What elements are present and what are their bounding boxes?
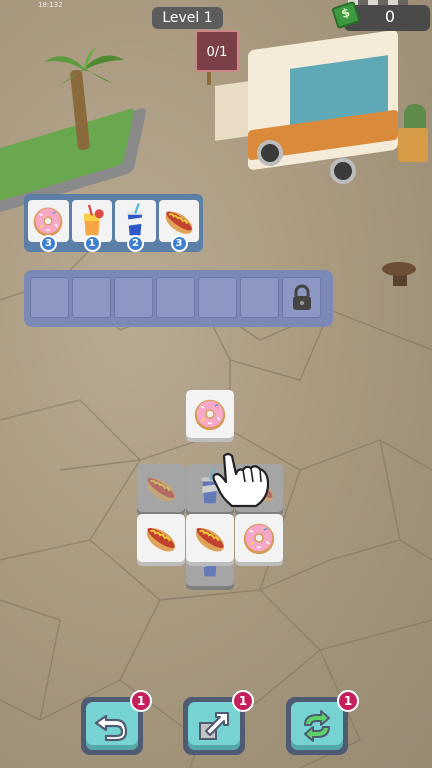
tray-slot	[156, 277, 195, 318]
hotdog-icon	[142, 519, 180, 557]
tutorial-hand-icon	[212, 452, 270, 508]
shuffle-icon	[304, 710, 330, 742]
truck-wheel	[257, 140, 283, 166]
tray-slot	[30, 277, 69, 318]
order-item-juice: 1	[71, 200, 112, 252]
stool	[382, 262, 416, 276]
locked-tray-slot[interactable]	[282, 277, 321, 318]
soda-icon	[117, 203, 153, 239]
tile-donut-top[interactable]	[186, 390, 234, 438]
cactus-pot	[398, 128, 428, 162]
tray-slot	[114, 277, 153, 318]
level-label: Level 1	[152, 7, 223, 29]
coin-count: 0	[384, 7, 396, 26]
return-button-face	[188, 702, 240, 750]
palm-tree-icon	[44, 48, 124, 86]
tile-donut[interactable]	[235, 514, 283, 562]
tile-hotdog[interactable]	[137, 514, 185, 562]
order-count-badge: 2	[127, 235, 144, 252]
donut-icon	[30, 203, 66, 239]
juice-icon	[74, 203, 110, 239]
tray-slot	[198, 277, 237, 318]
hotdog-icon	[161, 203, 197, 239]
hotdog-icon	[191, 519, 229, 557]
undo-button-face	[86, 702, 138, 750]
donut-icon	[240, 519, 278, 557]
order-item-donut: 3	[28, 200, 69, 252]
undo-icon	[94, 714, 128, 742]
order-count-badge: 1	[83, 235, 101, 252]
donut-icon	[191, 395, 229, 433]
return-count-badge: 1	[232, 690, 254, 712]
tray-slot	[72, 277, 111, 318]
shuffle-button-face	[291, 702, 343, 750]
shuffle-count-badge: 1	[337, 690, 359, 712]
order-panel: 3 1 2 3	[24, 194, 203, 252]
progress-sign-text: 0/1	[206, 45, 228, 60]
undo-count-badge: 1	[130, 690, 152, 712]
padlock-icon	[292, 284, 311, 310]
order-count-badge: 3	[170, 235, 188, 252]
tile-hotdog[interactable]	[186, 514, 234, 562]
return-arrow-icon	[199, 712, 229, 740]
collection-tray	[24, 270, 333, 327]
tile-hotdog	[137, 464, 185, 512]
tray-slot	[240, 277, 279, 318]
truck-wheel	[330, 158, 356, 184]
order-count-badge: 3	[40, 235, 57, 252]
status-clock: 18:132	[38, 1, 63, 9]
order-item-hotdog: 3	[158, 200, 199, 252]
hotdog-icon	[142, 469, 180, 507]
order-item-soda: 2	[115, 200, 156, 252]
